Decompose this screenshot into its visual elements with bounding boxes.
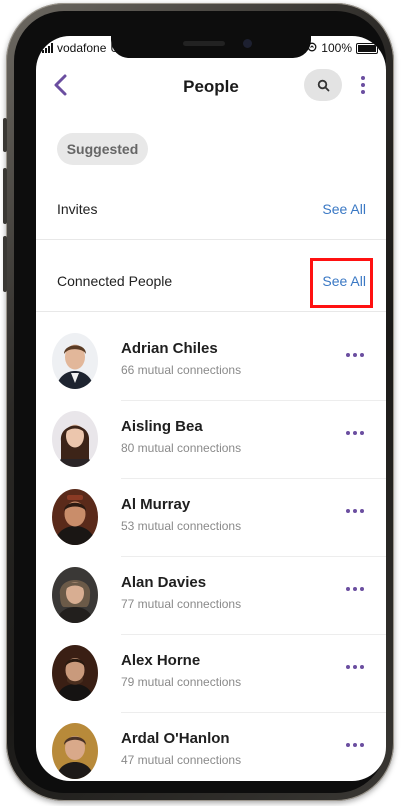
carrier-name: vodafone <box>57 41 107 55</box>
person-name: Ardal O'Hanlon <box>121 730 230 747</box>
vertical-dots-icon <box>361 76 365 80</box>
phone-notch <box>111 36 311 58</box>
row-more-button[interactable] <box>346 665 364 669</box>
battery-percent: 100% <box>321 41 352 55</box>
mutual-connections: 47 mutual connections <box>121 753 242 767</box>
avatar <box>52 411 98 467</box>
section-divider <box>36 239 386 240</box>
avatar <box>52 333 98 389</box>
row-more-button[interactable] <box>346 743 364 747</box>
row-more-button[interactable] <box>346 431 364 435</box>
more-options-button[interactable] <box>358 72 368 98</box>
avatar <box>52 567 98 623</box>
mutual-connections: 77 mutual connections <box>121 597 242 611</box>
person-name: Aisling Bea <box>121 418 203 435</box>
horizontal-dots-icon <box>346 509 350 513</box>
row-more-button[interactable] <box>346 353 364 357</box>
speaker-grille <box>183 41 225 46</box>
person-row-al-murray[interactable]: Al Murray 53 mutual connections <box>36 479 386 557</box>
section-divider <box>36 311 386 312</box>
person-name: Adrian Chiles <box>121 340 218 357</box>
app-header: People <box>36 66 386 106</box>
row-more-button[interactable] <box>346 509 364 513</box>
invites-section: Invites See All <box>36 182 386 238</box>
front-camera <box>243 39 252 48</box>
phone-screen: vodafone U 100% People Suggested <box>36 36 386 781</box>
horizontal-dots-icon <box>346 353 350 357</box>
mutual-connections: 80 mutual connections <box>121 441 242 455</box>
person-name: Al Murray <box>121 496 191 513</box>
person-row-adrian-chiles[interactable]: Adrian Chiles 66 mutual connections <box>36 323 386 401</box>
horizontal-dots-icon <box>346 587 350 591</box>
phone-side-button <box>3 118 7 152</box>
person-row-aisling-bea[interactable]: Aisling Bea 80 mutual connections <box>36 401 386 479</box>
person-name: Alex Horne <box>121 652 201 669</box>
search-icon <box>317 79 329 91</box>
mutual-connections: 66 mutual connections <box>121 363 242 377</box>
suggested-chip[interactable]: Suggested <box>57 133 148 165</box>
person-name: Alan Davies <box>121 574 207 591</box>
mutual-connections: 79 mutual connections <box>121 675 242 689</box>
signal-icon <box>42 43 53 53</box>
invites-label: Invites <box>57 201 98 217</box>
horizontal-dots-icon <box>346 665 350 669</box>
row-more-button[interactable] <box>346 587 364 591</box>
phone-volume-up <box>3 168 7 224</box>
invites-see-all-link[interactable]: See All <box>322 201 366 217</box>
phone-volume-down <box>3 236 7 292</box>
search-button[interactable] <box>304 69 342 101</box>
person-row-ardal-ohanlon[interactable]: Ardal O'Hanlon 47 mutual connections <box>36 713 386 781</box>
person-row-alex-horne[interactable]: Alex Horne 79 mutual connections <box>36 635 386 713</box>
horizontal-dots-icon <box>346 431 350 435</box>
battery-icon <box>356 42 381 54</box>
highlight-box <box>310 258 373 308</box>
mutual-connections: 53 mutual connections <box>121 519 242 533</box>
connected-people-label: Connected People <box>57 273 173 289</box>
avatar <box>52 645 98 701</box>
horizontal-dots-icon <box>346 743 350 747</box>
person-row-alan-davies[interactable]: Alan Davies 77 mutual connections <box>36 557 386 635</box>
avatar <box>52 489 98 545</box>
avatar <box>52 723 98 779</box>
